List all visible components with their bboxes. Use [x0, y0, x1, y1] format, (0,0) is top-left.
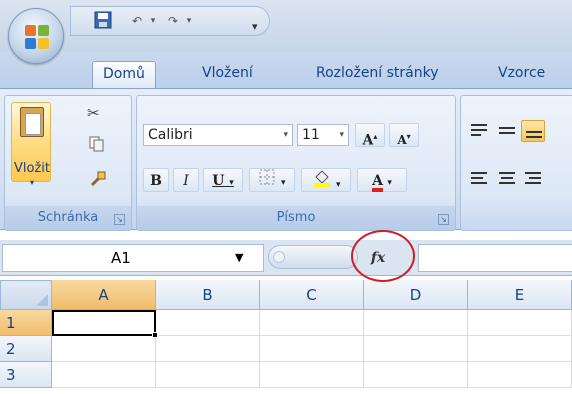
- paste-button[interactable]: Vložit ▾: [11, 102, 51, 187]
- fill-bucket-icon: [313, 170, 330, 187]
- cell-d2[interactable]: [364, 336, 468, 362]
- font-name-combo[interactable]: Calibri ▾: [143, 124, 293, 146]
- bold-button[interactable]: B: [143, 168, 169, 192]
- font-color-button[interactable]: A ▾: [357, 168, 407, 192]
- tab-insert[interactable]: Vložení: [192, 61, 263, 88]
- formula-bar: A1 ▼ fx: [0, 240, 572, 276]
- column-header-c[interactable]: C: [260, 280, 364, 310]
- name-box[interactable]: A1 ▼: [2, 244, 264, 272]
- copy-icon[interactable]: [89, 136, 105, 156]
- cell-e1[interactable]: [468, 310, 572, 336]
- font-size-value: 11: [302, 127, 320, 143]
- align-center-icon[interactable]: [495, 168, 519, 190]
- column-header-a[interactable]: A: [52, 280, 156, 310]
- chevron-down-icon[interactable]: ▼: [235, 245, 243, 271]
- cell-c2[interactable]: [260, 336, 364, 362]
- align-left-icon[interactable]: [467, 168, 491, 190]
- customize-toolbar-icon[interactable]: ▾: [252, 20, 258, 33]
- cell-a2[interactable]: [52, 336, 156, 362]
- cell-b3[interactable]: [156, 362, 260, 388]
- office-button[interactable]: [8, 8, 64, 64]
- formula-input[interactable]: [418, 244, 572, 272]
- clipboard-group: Vložit ▾ ✂ Schránka ↘: [4, 95, 132, 231]
- font-size-combo[interactable]: 11 ▾: [297, 124, 349, 146]
- format-painter-icon[interactable]: [89, 170, 107, 192]
- tab-page-layout[interactable]: Rozložení stránky: [306, 61, 449, 88]
- cell-b1[interactable]: [156, 310, 260, 336]
- fill-handle[interactable]: [152, 332, 158, 338]
- office-logo-icon: [25, 25, 49, 49]
- worksheet-grid: A B C D E 1 2 3: [0, 280, 572, 394]
- row-header-2[interactable]: 2: [0, 336, 52, 362]
- align-bottom-icon[interactable]: [521, 120, 545, 142]
- row-header-1[interactable]: 1: [0, 310, 52, 336]
- font-group: Calibri ▾ 11 ▾ A▴ A▾ B I U ▾ ▾ ▾ A ▾ Pís…: [136, 95, 456, 231]
- cell-c1[interactable]: [260, 310, 364, 336]
- insert-function-button[interactable]: fx: [360, 244, 396, 272]
- cell-d3[interactable]: [364, 362, 468, 388]
- clipboard-group-label: Schránka: [5, 206, 131, 230]
- fill-color-button[interactable]: ▾: [301, 168, 351, 192]
- select-all-button[interactable]: [0, 280, 52, 310]
- column-header-e[interactable]: E: [468, 280, 572, 310]
- font-group-label: Písmo: [137, 206, 455, 230]
- chevron-down-icon: ▾: [29, 178, 34, 187]
- column-header-d[interactable]: D: [364, 280, 468, 310]
- formula-bar-splitter[interactable]: [268, 245, 358, 269]
- row-header-3[interactable]: 3: [0, 362, 52, 388]
- dialog-launcher-icon[interactable]: ↘: [438, 214, 449, 225]
- alignment-group: [460, 95, 572, 231]
- dialog-launcher-icon[interactable]: ↘: [114, 214, 125, 225]
- cell-c3[interactable]: [260, 362, 364, 388]
- font-name-value: Calibri: [148, 127, 193, 143]
- name-box-value: A1: [111, 249, 131, 267]
- chevron-down-icon: ▾: [339, 130, 344, 140]
- italic-button[interactable]: I: [173, 168, 199, 192]
- clipboard-icon: [20, 107, 44, 137]
- shrink-font-button[interactable]: A▾: [389, 123, 419, 147]
- redo-dropdown-icon[interactable]: ▾: [177, 11, 201, 31]
- save-icon[interactable]: [91, 11, 115, 31]
- cell-d1[interactable]: [364, 310, 468, 336]
- cell-e3[interactable]: [468, 362, 572, 388]
- tab-formulas[interactable]: Vzorce: [488, 61, 555, 88]
- borders-icon: [259, 169, 274, 185]
- title-bar: ↶ ▾ ↷ ▾ ▾: [0, 0, 572, 52]
- ribbon: Vložit ▾ ✂ Schránka ↘ Calibri ▾ 11 ▾ A▴ …: [0, 88, 572, 231]
- cell-a3[interactable]: [52, 362, 156, 388]
- ribbon-tabs: Domů Vložení Rozložení stránky Vzorce: [0, 52, 572, 88]
- grow-font-button[interactable]: A▴: [355, 123, 385, 149]
- borders-button[interactable]: ▾: [249, 168, 295, 192]
- align-middle-icon[interactable]: [495, 120, 519, 142]
- underline-button[interactable]: U ▾: [203, 168, 243, 192]
- column-header-b[interactable]: B: [156, 280, 260, 310]
- align-top-icon[interactable]: [467, 120, 491, 142]
- cell-b2[interactable]: [156, 336, 260, 362]
- cell-e2[interactable]: [468, 336, 572, 362]
- cut-icon[interactable]: ✂: [87, 104, 100, 122]
- active-cell-a1[interactable]: [52, 310, 158, 338]
- quick-access-toolbar: ↶ ▾ ↷ ▾: [70, 6, 270, 36]
- align-right-icon[interactable]: [521, 168, 545, 190]
- splitter-knob: [273, 251, 285, 263]
- paste-label: Vložit: [14, 161, 50, 176]
- tab-home[interactable]: Domů: [92, 61, 156, 88]
- chevron-down-icon: ▾: [283, 130, 288, 140]
